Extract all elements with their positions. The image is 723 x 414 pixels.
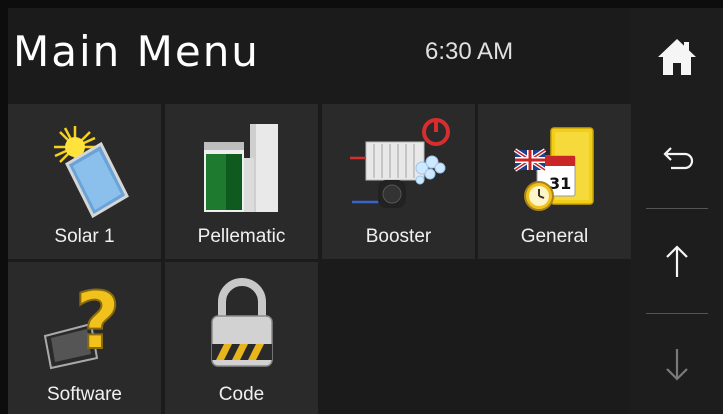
menu-tile-label: General	[520, 226, 589, 247]
scroll-down-button[interactable]	[631, 315, 723, 414]
menu-tile-pellematic[interactable]: Pellematic	[165, 104, 318, 259]
pellet-boiler-icon	[165, 118, 318, 218]
back-button[interactable]	[631, 108, 723, 206]
sidebar	[631, 8, 723, 414]
sidebar-divider	[646, 313, 708, 314]
page-title: Main Menu	[13, 27, 260, 76]
clock-time: 6:30 AM	[425, 38, 514, 65]
svg-text:?: ?	[75, 277, 120, 367]
booster-heat-pump-icon	[322, 118, 475, 218]
menu-tile-label: Software	[47, 384, 122, 405]
software-help-icon: ?	[8, 272, 161, 372]
down-arrow-icon	[666, 348, 688, 381]
menu-tile-software[interactable]: ? Software	[8, 262, 161, 414]
general-settings-icon: 31	[478, 118, 631, 218]
menu-tile-label: Booster	[365, 226, 432, 247]
solar-panel-icon	[8, 118, 161, 218]
menu-tile-label: Pellematic	[197, 226, 286, 247]
back-arrow-icon	[663, 147, 694, 170]
menu-tile-solar[interactable]: Solar 1	[8, 104, 161, 259]
menu-tile-label: Solar 1	[54, 226, 115, 247]
home-button[interactable]	[631, 8, 723, 106]
sidebar-divider	[646, 208, 708, 209]
padlock-icon	[165, 272, 318, 372]
home-icon	[658, 39, 696, 75]
menu-tile-code[interactable]: Code	[165, 262, 318, 414]
menu-tile-general[interactable]: 31 General	[478, 104, 631, 259]
menu-tile-label: Code	[218, 384, 265, 405]
up-arrow-icon	[666, 245, 688, 277]
menu-tile-booster[interactable]: Booster	[322, 104, 475, 259]
scroll-up-button[interactable]	[631, 210, 723, 312]
